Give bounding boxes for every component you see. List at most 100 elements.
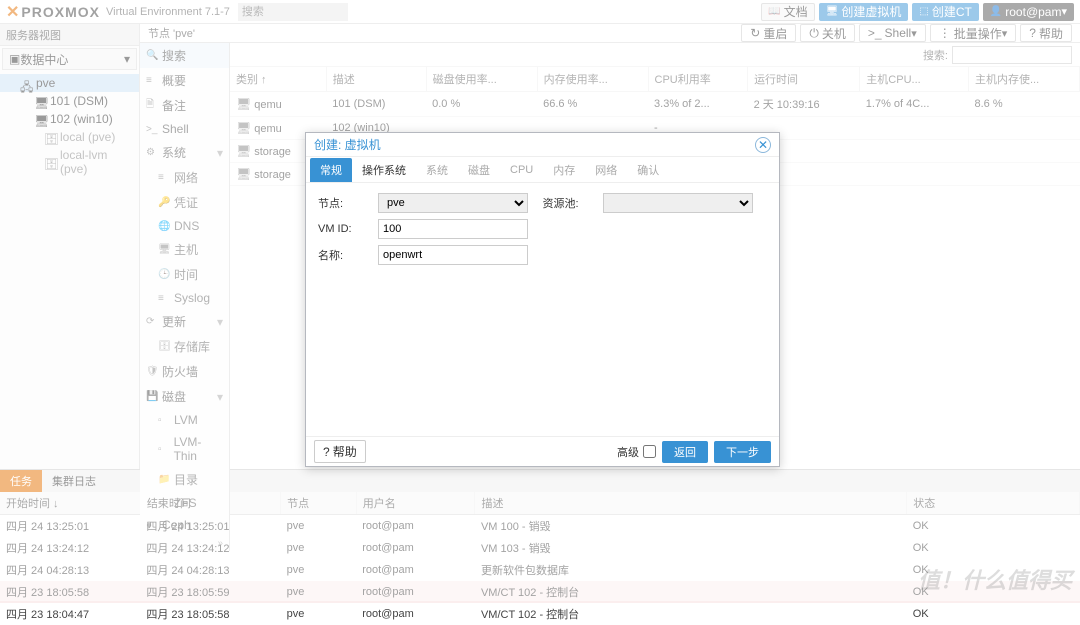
node-select[interactable]: pve xyxy=(378,193,528,213)
type-icon: 🖥 xyxy=(236,144,251,158)
menu-icon: 📁 xyxy=(158,474,170,485)
back-button[interactable]: 返回 xyxy=(662,441,708,463)
sidemenu-item-1[interactable]: ≡概要 xyxy=(140,68,229,93)
advanced-label: 高级 xyxy=(617,444,639,460)
database-icon: 🗄 xyxy=(44,157,56,167)
tab-cluster-log[interactable]: 集群日志 xyxy=(42,470,106,492)
table-row[interactable]: 🖥qemu101 (DSM)0.0 %66.6 %3.3% of 2...2 天… xyxy=(230,92,1080,117)
grid-column-header[interactable]: 内存使用率... xyxy=(537,67,648,92)
menu-icon: 🗎 xyxy=(146,97,158,114)
sidemenu-item-3[interactable]: >_Shell xyxy=(140,118,229,140)
close-icon: ✕ xyxy=(758,138,768,152)
logo: ✕ PROXMOX xyxy=(6,2,100,22)
sidemenu-item-11[interactable]: ⟳更新▾ xyxy=(140,309,229,334)
next-button[interactable]: 下一步 xyxy=(714,441,771,463)
tree-storage-local-lvm[interactable]: 🗄local-lvm (pve) xyxy=(0,146,139,178)
sidemenu-item-8[interactable]: 🖥主机 xyxy=(140,237,229,262)
name-input[interactable] xyxy=(378,245,528,265)
sidemenu-item-9[interactable]: 🕒时间 xyxy=(140,262,229,287)
tree-vm-101[interactable]: 🖥101 (DSM) xyxy=(0,92,139,110)
grid-column-header[interactable]: CPU利用率 xyxy=(648,67,748,92)
tree-vm-102[interactable]: 🖥102 (win10) xyxy=(0,110,139,128)
resource-tree-title: 服务器视图 xyxy=(0,24,139,46)
modal-close-button[interactable]: ✕ xyxy=(755,137,771,153)
sidemenu-item-10[interactable]: ≡Syslog xyxy=(140,287,229,309)
node-config-menu: 🔍搜索≡概要🗎备注>_Shell⚙系统▾≡网络🔑凭证🌐DNS🖥主机🕒时间≡Sys… xyxy=(140,43,230,551)
grid-column-header[interactable]: 主机CPU... xyxy=(860,67,969,92)
create-vm-button[interactable]: 🖥创建虚拟机 xyxy=(819,3,909,21)
shell-button[interactable]: >_Shell ▾ xyxy=(859,24,926,42)
book-icon: 📖 xyxy=(768,6,780,17)
wizard-footer: ?帮助 高级 返回 下一步 xyxy=(306,436,779,466)
version-text: Virtual Environment 7.1-7 xyxy=(106,6,230,18)
grid-column-header[interactable]: 类别 ↑ xyxy=(230,67,326,92)
desktop-icon: 🖥 xyxy=(34,114,46,124)
shutdown-button[interactable]: ⏻关机 xyxy=(800,24,855,42)
sidemenu-item-5[interactable]: ≡网络 xyxy=(140,165,229,190)
grid-column-header[interactable]: 描述 xyxy=(326,67,426,92)
wizard-tab-7: 确认 xyxy=(627,158,669,182)
wizard-body: 节点: pve VM ID: 名称: 资源池: xyxy=(306,183,779,436)
database-icon: 🗄 xyxy=(44,132,56,142)
help-button[interactable]: ?帮助 xyxy=(1020,24,1072,42)
vmid-input[interactable] xyxy=(378,219,528,239)
advanced-checkbox[interactable] xyxy=(643,445,656,458)
power-icon: ⏻ xyxy=(809,26,819,41)
grid-search-label: 搜索: xyxy=(923,47,948,63)
reload-icon: ↻ xyxy=(750,26,760,40)
sidemenu-item-7[interactable]: 🌐DNS xyxy=(140,215,229,237)
desktop-icon: 🖥 xyxy=(34,96,46,106)
sidemenu-item-2[interactable]: 🗎备注 xyxy=(140,93,229,118)
sidemenu-item-17[interactable]: 📁目录 xyxy=(140,467,229,492)
grid-column-header[interactable]: 主机内存使... xyxy=(968,67,1079,92)
wizard-tabs: 常规操作系统系统磁盘CPU内存网络确认 xyxy=(306,157,779,183)
log-column-header[interactable]: 开始时间 ↓ xyxy=(0,492,140,515)
logo-text: PROXMOX xyxy=(21,4,100,20)
sidemenu-item-13[interactable]: 🛡防火墙 xyxy=(140,359,229,384)
desktop-icon: 🖥 xyxy=(826,6,839,17)
type-icon: 🖥 xyxy=(236,97,251,111)
menu-icon: 🕒 xyxy=(158,269,170,280)
create-vm-wizard: 创建: 虚拟机 ✕ 常规操作系统系统磁盘CPU内存网络确认 节点: pve VM… xyxy=(305,132,780,467)
wizard-help-button[interactable]: ?帮助 xyxy=(314,440,366,463)
wizard-tab-5: 内存 xyxy=(543,158,585,182)
pool-select[interactable] xyxy=(603,193,753,213)
menu-icon: >_ xyxy=(146,124,158,135)
user-menu-button[interactable]: 👤root@pam ▾ xyxy=(983,3,1074,21)
grid-column-header[interactable]: 磁盘使用率... xyxy=(426,67,537,92)
sidemenu-item-12[interactable]: 🗄存储库 xyxy=(140,334,229,359)
menu-icon: 🗄 xyxy=(158,341,170,352)
wizard-tab-1[interactable]: 操作系统 xyxy=(352,158,416,182)
wizard-tab-0[interactable]: 常规 xyxy=(310,158,352,182)
view-selector[interactable]: ▣ 数据中心▾ xyxy=(2,48,137,70)
menu-icon: 🖥 xyxy=(158,244,170,255)
global-search-input[interactable] xyxy=(238,3,348,21)
log-row[interactable]: 四月 24 04:28:13四月 24 04:28:13pveroot@pam更… xyxy=(0,559,1080,581)
sidemenu-item-16[interactable]: ▫LVM-Thin xyxy=(140,431,229,467)
tab-tasks[interactable]: 任务 xyxy=(0,470,42,492)
logo-icon: ✕ xyxy=(6,2,19,22)
node-label: 节点: xyxy=(318,195,378,211)
name-label: 名称: xyxy=(318,247,378,263)
log-row[interactable]: 四月 23 18:04:47四月 23 18:05:58pveroot@pamV… xyxy=(0,603,1080,625)
sidemenu-item-15[interactable]: ▫LVM xyxy=(140,409,229,431)
menu-icon: 🛡 xyxy=(146,366,158,377)
log-row[interactable]: 四月 23 18:05:58四月 23 18:05:59pveroot@pamV… xyxy=(0,581,1080,603)
tree-storage-local[interactable]: 🗄local (pve) xyxy=(0,128,139,146)
sidemenu-item-0[interactable]: 🔍搜索 xyxy=(140,43,229,68)
reboot-button[interactable]: ↻重启 xyxy=(741,24,796,42)
sidemenu-item-6[interactable]: 🔑凭证 xyxy=(140,190,229,215)
tree-node-pve[interactable]: 🖧pve xyxy=(0,74,139,92)
bulk-actions-button[interactable]: ⋮批量操作 ▾ xyxy=(930,24,1017,42)
sidemenu-item-4[interactable]: ⚙系统▾ xyxy=(140,140,229,165)
menu-icon: 🌐 xyxy=(158,221,170,232)
sidemenu-item-14[interactable]: 💾磁盘▾ xyxy=(140,384,229,409)
wizard-tab-6: 网络 xyxy=(585,158,627,182)
grid-column-header[interactable]: 运行时间 xyxy=(748,67,860,92)
docs-button[interactable]: 📖文档 xyxy=(761,3,814,21)
create-ct-button[interactable]: ⬚创建CT xyxy=(912,3,978,21)
grid-search-input[interactable] xyxy=(952,46,1072,64)
resource-tree: 🖧pve 🖥101 (DSM) 🖥102 (win10) 🗄local (pve… xyxy=(0,72,139,180)
type-icon: 🖥 xyxy=(236,121,251,135)
terminal-icon: >_ xyxy=(868,26,882,40)
